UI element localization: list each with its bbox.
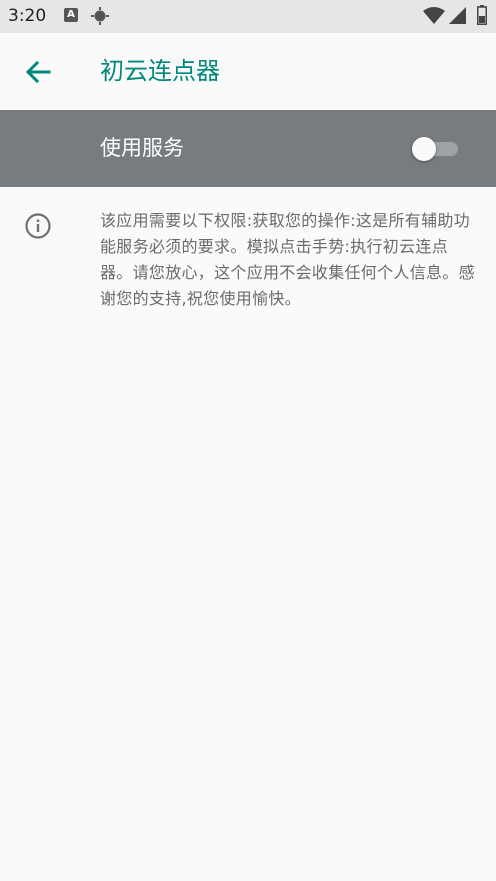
- wifi-icon: [423, 7, 445, 25]
- status-bar: 3:20 A: [0, 0, 496, 33]
- status-time: 3:20: [8, 6, 47, 26]
- back-button[interactable]: [16, 50, 60, 94]
- use-service-row[interactable]: 使用服务: [0, 110, 496, 187]
- use-service-switch[interactable]: [412, 137, 460, 161]
- gps-target-icon: [90, 6, 110, 26]
- accessibility-a-icon: A: [64, 8, 78, 22]
- cell-signal-icon: [449, 7, 466, 24]
- switch-thumb: [412, 137, 436, 161]
- app-bar: 初云连点器: [0, 33, 496, 110]
- use-service-label: 使用服务: [100, 136, 184, 160]
- info-icon: [25, 213, 51, 239]
- page-title: 初云连点器: [100, 57, 220, 85]
- permission-description: 该应用需要以下权限:获取您的操作:这是所有辅助功能服务必须的要求。模拟点击手势:…: [100, 211, 475, 308]
- battery-icon: [477, 5, 487, 25]
